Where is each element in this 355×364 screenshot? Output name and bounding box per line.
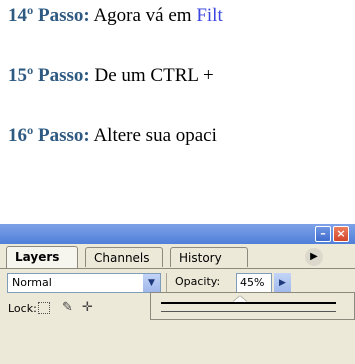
lock-row: Lock: ✎ ✛ [0, 297, 150, 321]
step-15-number: 15º Passo: [8, 65, 90, 86]
lock-label: Lock: [8, 302, 37, 315]
blend-mode-value: Normal [12, 276, 52, 289]
close-button[interactable]: × [333, 226, 349, 242]
blend-mode-select[interactable]: Normal ▼ [7, 273, 161, 293]
opacity-arrow-icon[interactable]: ▶ [274, 273, 291, 293]
opacity-label: Opacity: [175, 275, 221, 288]
opacity-slider-popup [150, 292, 355, 320]
chevron-down-icon[interactable]: ▼ [143, 274, 160, 292]
opacity-slider-knob[interactable] [232, 296, 247, 302]
step-16: 16º Passo: Altere sua opaci [8, 125, 217, 147]
palette-titlebar: – × [0, 224, 355, 244]
lock-transparent-icon[interactable] [38, 302, 50, 314]
tab-history[interactable]: History [170, 247, 248, 267]
step-16-text: Altere sua opaci [89, 125, 217, 146]
opacity-slider-baseline [161, 311, 336, 312]
lock-move-icon[interactable]: ✛ [80, 300, 95, 315]
blend-opacity-row: Normal ▼ Opacity: 45% ▶ [0, 270, 355, 320]
step-16-number: 16º Passo: [8, 125, 90, 146]
opacity-input[interactable]: 45% [236, 273, 272, 293]
layers-palette-screenshot: – × Layers Channels History ▶ Normal ▼ O… [0, 224, 355, 364]
step-14-text: Agora vá em [89, 5, 197, 26]
opacity-slider-track[interactable] [161, 302, 336, 304]
tab-layers[interactable]: Layers [6, 246, 78, 268]
step-15-text: De um CTRL + [89, 65, 214, 86]
step-15: 15º Passo: De um CTRL + [8, 65, 214, 87]
divider [166, 273, 167, 293]
minimize-button[interactable]: – [315, 226, 331, 242]
step-14-number: 14º Passo: [8, 5, 90, 26]
tab-channels[interactable]: Channels [85, 247, 163, 267]
step-14-link[interactable]: Filt [196, 5, 222, 26]
palette-tabs: Layers Channels History ▶ [0, 244, 355, 269]
lock-brush-icon[interactable]: ✎ [60, 300, 75, 315]
triangle-right-icon[interactable]: ▶ [305, 248, 323, 266]
step-14: 14º Passo: Agora vá em Filt [8, 5, 223, 27]
